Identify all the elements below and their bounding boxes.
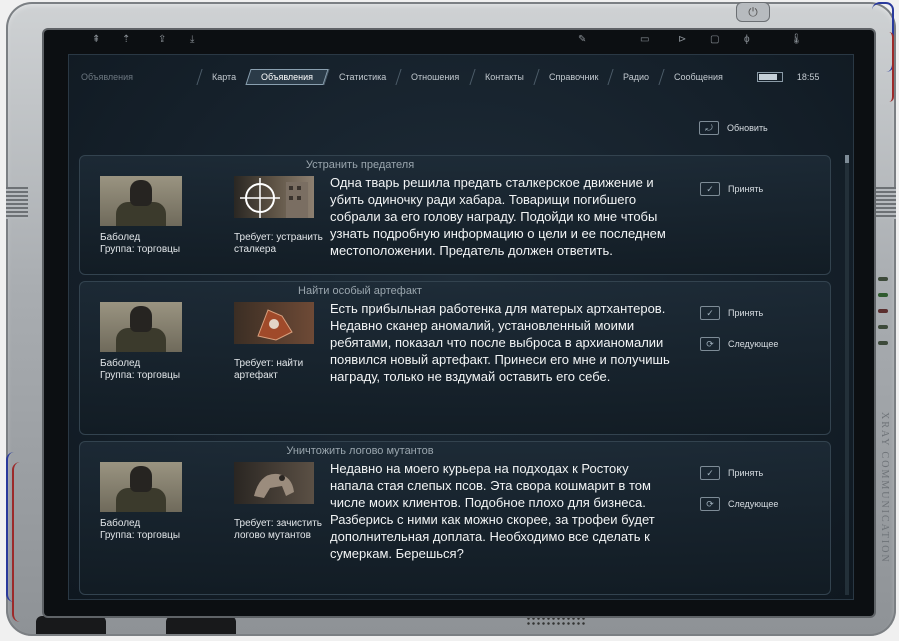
arrow-up-alt-icon[interactable]: ⇡ <box>122 34 130 45</box>
checkmark-icon: ✓ <box>700 182 720 196</box>
screen-bezel: ⇞ ⇡ ⇪ ⤓ ✎ ▭ ⊳ ▢ ϕ 🌡 Объявления Карта Объ… <box>44 30 874 616</box>
mutant-image <box>234 462 314 504</box>
battery-indicator <box>756 72 783 82</box>
cable-red-left <box>12 462 32 622</box>
display-icon[interactable]: ▭ <box>640 34 649 45</box>
task-requirement: Требует: найти артефакт <box>234 358 304 381</box>
accept-button[interactable]: ✓ Принять <box>700 306 763 320</box>
speaker-grille <box>526 616 586 626</box>
quest-giver-info: Баболед Группа: торговцы <box>100 358 181 381</box>
forward-icon[interactable]: ⊳ <box>678 34 686 45</box>
thermometer-icon[interactable]: 🌡 <box>790 34 803 45</box>
power-icon: ⏻ <box>748 5 758 19</box>
bottom-notch-left <box>36 616 106 634</box>
tab-reference[interactable]: Справочник <box>532 69 613 85</box>
next-button[interactable]: ⟳ Следующее <box>700 497 778 511</box>
refresh-label: Обновить <box>727 123 768 133</box>
right-vent <box>874 187 896 219</box>
bezel-top-strip: ⇞ ⇡ ⇪ ⤓ ✎ ▭ ⊳ ▢ ϕ 🌡 <box>44 30 874 52</box>
bottom-notch-center <box>166 616 236 634</box>
upload-icon[interactable]: ⇪ <box>158 34 166 45</box>
tab-map[interactable]: Карта <box>196 69 251 85</box>
pda-device: ⏻ ♨◍▮⊸◷ XRAY COMMUNICATION ⇞ ⇡ ⇪ ⤓ ✎ ▭ ⊳… <box>6 2 896 636</box>
artifact-image <box>234 302 314 344</box>
tab-relations[interactable]: Отношения <box>395 69 475 85</box>
next-icon: ⟳ <box>700 337 720 351</box>
target-image <box>234 176 314 218</box>
status-leds <box>878 277 888 345</box>
tab-announcements[interactable]: Объявления <box>245 69 329 85</box>
task-requirement: Требует: устранить сталкера <box>234 232 323 255</box>
mutant-icon <box>254 473 294 498</box>
task-card: Устранить предателя Баболед Группа: торго… <box>79 155 831 275</box>
checkmark-icon: ✓ <box>700 306 720 320</box>
scrollbar[interactable] <box>845 155 849 595</box>
checkmark-icon: ✓ <box>700 466 720 480</box>
download-icon[interactable]: ⤓ <box>190 34 194 45</box>
device-brand: XRAY COMMUNICATION <box>879 412 890 564</box>
task-description: Недавно на моего курьера на подходах к Р… <box>330 461 655 561</box>
artifact-icon <box>257 309 293 341</box>
clock: 18:55 <box>796 72 820 82</box>
task-title: Найти особый артефакт <box>298 285 422 297</box>
next-button[interactable]: ⟳ Следующее <box>700 337 778 351</box>
window-icon[interactable]: ▢ <box>710 34 719 45</box>
task-card: Уничтожить логово мутантов Баболед Группа… <box>79 441 831 595</box>
task-title: Уничтожить логово мутантов <box>286 445 434 457</box>
cable-red <box>884 32 894 102</box>
quest-giver-info: Баболед Группа: торговцы <box>100 232 181 255</box>
task-description: Одна тварь решила предать сталкерское дв… <box>330 175 666 258</box>
tab-radio[interactable]: Радио <box>607 69 664 85</box>
tab-contacts[interactable]: Контакты <box>469 69 539 85</box>
next-icon: ⟳ <box>700 497 720 511</box>
task-card: Найти особый артефакт Баболед Группа: тор… <box>79 281 831 435</box>
accept-button[interactable]: ✓ Принять <box>700 466 763 480</box>
crosshair-icon <box>240 178 308 218</box>
quest-giver-portrait <box>100 462 182 512</box>
tab-bar: Объявления Карта Объявления Статистика О… <box>79 67 843 87</box>
pen-icon[interactable]: ✎ <box>578 34 586 45</box>
quest-giver-portrait <box>100 176 182 226</box>
quest-giver-info: Баболед Группа: торговцы <box>100 518 181 541</box>
refresh-button[interactable]: ⤾ Обновить <box>699 121 768 135</box>
pda-screen: Объявления Карта Объявления Статистика О… <box>68 54 854 600</box>
section-title: Объявления <box>81 72 134 82</box>
left-vent <box>6 187 28 219</box>
task-description: Есть прибыльная работенка для матерых ар… <box>330 301 670 384</box>
accept-button[interactable]: ✓ Принять <box>700 182 763 196</box>
tab-statistics[interactable]: Статистика <box>323 69 402 85</box>
mic-icon[interactable]: ϕ <box>744 34 750 45</box>
arrow-up-icon[interactable]: ⇞ <box>92 34 100 45</box>
tab-messages[interactable]: Сообщения <box>658 69 738 85</box>
task-requirement: Требует: зачистить логово мутантов <box>234 518 322 541</box>
refresh-icon: ⤾ <box>699 121 719 135</box>
power-button[interactable]: ⏻ <box>736 2 770 22</box>
quest-giver-portrait <box>100 302 182 352</box>
task-title: Устранить предателя <box>305 159 415 171</box>
